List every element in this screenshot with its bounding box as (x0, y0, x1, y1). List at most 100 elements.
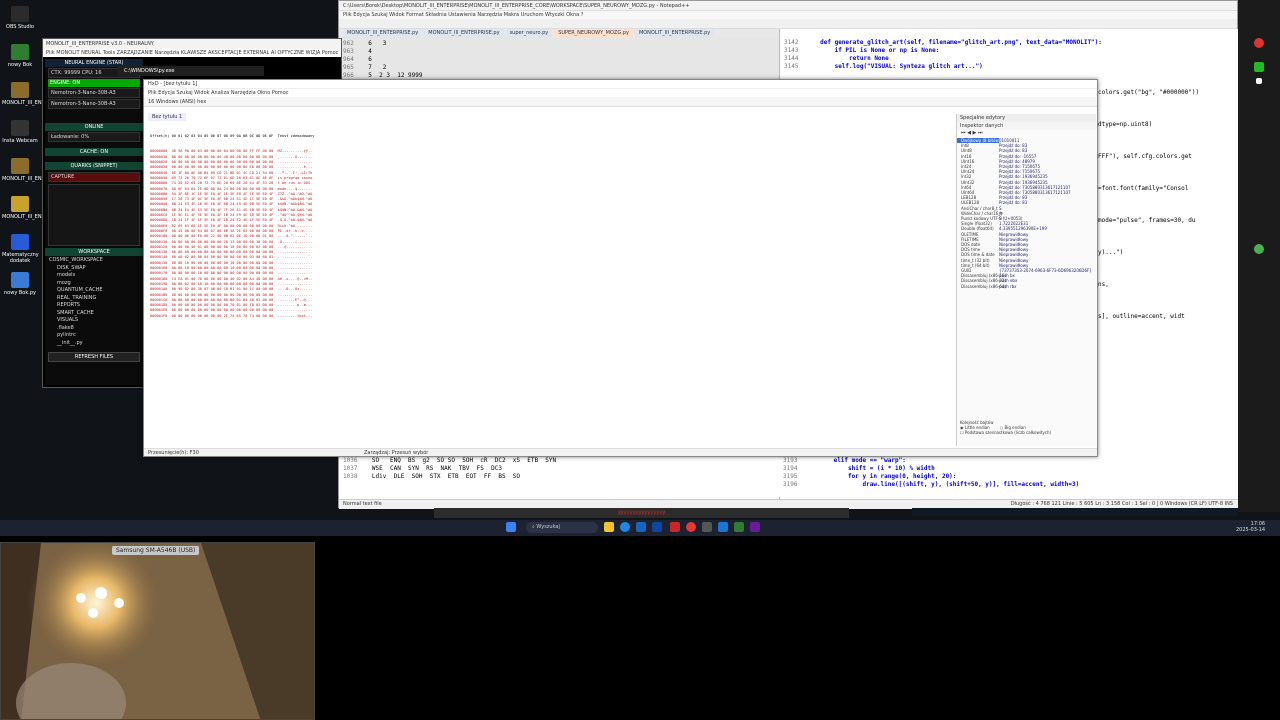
app-icon (11, 120, 29, 136)
hex-tab[interactable]: Bez tytułu 1 (148, 113, 187, 121)
line-number: 1036 (343, 457, 358, 464)
right-code-fragments: colors.get("bg", "#000000")) dtype=np.uin… (1098, 89, 1238, 345)
inspector-nav-icons[interactable]: ⏮ ◀ ▶ ⏭ (957, 130, 1096, 138)
editor-tab[interactable]: MONOLIT_III_ENTERPRISE.py (424, 29, 504, 38)
code-text: 6 3 (361, 40, 387, 47)
explorer-icon[interactable] (604, 522, 614, 532)
desktop-icon[interactable]: Matematyczny dodatek (2, 234, 39, 264)
start-icon[interactable] (506, 522, 516, 532)
taskbar-clock[interactable]: 17:06 2025-03-14 (1236, 521, 1265, 533)
hex-header: Offset(h) 00 01 02 03 04 05 06 07 08 09 … (150, 133, 315, 138)
tree-item[interactable]: mozg (49, 280, 139, 288)
tree-item[interactable]: VISUALS (49, 317, 139, 325)
desktop-strip (912, 508, 1238, 516)
code-text: 5 2 3 12 9999 (361, 72, 423, 79)
workspace-tree[interactable]: COSMIC_WORKSPACE DISK_SWAP models mozg QUANT… (45, 256, 143, 348)
hxd-icon[interactable] (750, 522, 760, 532)
hex-menu[interactable]: Plik Edycja Szukaj Widok Analiza Narzędz… (144, 89, 1097, 97)
desktop-icon-label: Matematyczny dodatek (2, 252, 39, 264)
tree-item[interactable]: REPORTS (49, 302, 139, 310)
tree-item[interactable]: COSMIC_WORKSPACE (49, 257, 139, 265)
line-number: 962 (343, 40, 354, 47)
green-check-icon[interactable] (1254, 62, 1264, 72)
desktop-icon[interactable]: nowy Bok.py (2, 272, 38, 296)
store-icon[interactable] (636, 522, 646, 532)
code-line: 965 7 2 (343, 64, 775, 72)
desktop-icon[interactable]: Insta Webcam (2, 120, 38, 144)
inspector-subtitle: Inspektor danych (957, 122, 1096, 130)
app-icon (11, 6, 29, 22)
line-number: 3195 (783, 473, 798, 480)
whatsapp-icon[interactable] (1254, 244, 1264, 254)
desktop-icon[interactable]: OBS Studio (2, 6, 38, 30)
desktop-icon[interactable]: nowy Bok (2, 44, 38, 68)
terminal-icon[interactable] (702, 522, 712, 532)
code-fragment: FFF"), self.cfg.colors.get (1098, 153, 1192, 160)
quarks-area[interactable] (48, 184, 140, 246)
inspector-row[interactable]: Dissasembluj (x86-64) push rbx (957, 284, 1096, 289)
app-icon[interactable] (670, 522, 680, 532)
tree-item[interactable]: __init__.py (49, 340, 139, 348)
edge-icon[interactable] (620, 522, 630, 532)
tree-item[interactable]: DISK_SWAP (49, 265, 139, 273)
tree-item[interactable]: pylintrc (49, 332, 139, 340)
notepad-bottom-code[interactable]: 1036 SO ENQ BS g2 SO SO SOH cR DC2 xS ET… (339, 457, 1239, 497)
tree-item[interactable]: SMART_CACHE (49, 310, 139, 318)
hex-base-label: Podstawa szesnastkowa (liczb całkowitych… (964, 430, 1052, 435)
bottom-left-code: 1036 SO ENQ BS g2 SO SO SOH cR DC2 xS ET… (339, 457, 779, 481)
obs-icon[interactable] (734, 522, 744, 532)
tree-item[interactable]: QUANTUM_CACHE (49, 287, 139, 295)
close-icon[interactable] (1256, 78, 1262, 84)
editor-tab[interactable]: super_neuro.py (505, 29, 553, 38)
hex-toolbar[interactable]: 16 Windows (ANSI) hex (144, 97, 1097, 107)
notepad-toolbar[interactable] (339, 19, 1237, 29)
loading-progress: Ładowanie: 0% (48, 132, 140, 142)
code-line: 3194 shift = (i * 10) % width (783, 465, 1235, 473)
code-text: return None (805, 55, 889, 62)
code-line: 964 6 (343, 56, 775, 64)
code-text: 4 (361, 48, 372, 55)
code-line: 962 6 3 (343, 40, 775, 48)
code-text: for y in range(0, height, 20): (804, 473, 957, 480)
desktop-icon[interactable]: MONOLIT_III_EN... (2, 158, 46, 182)
quarks-title: QUARKS (SNIPPET) (45, 162, 143, 170)
neural-title: MONOLIT_III_ENTERPRISE v3.0 - NEURALNY (43, 39, 341, 49)
desktop-icon[interactable]: MONOLIT_III_EN... (2, 82, 46, 106)
data-inspector: Specjalne edytory Inspektor danych ⏮ ◀ ▶… (956, 114, 1096, 446)
code-fragment: s], outline=accent, widt (1098, 313, 1185, 320)
refresh-files-button[interactable]: REFRESH FILES (48, 352, 140, 362)
line-number: 3145 (784, 63, 799, 70)
code-text: self.log("VISUAL: Synteza glitch art..."… (805, 63, 983, 70)
line-number: 3143 (784, 47, 799, 54)
neural-menu[interactable]: Plik MONOLIT NEURAL Tools ZARZĄDZANIE Na… (43, 49, 341, 57)
tree-item[interactable]: models (49, 272, 139, 280)
hex-base-checkbox[interactable]: ☐ Podstawa szesnastkowa (liczb całkowity… (960, 430, 1096, 435)
code-text: def generate_glitch_art(self, filename="… (805, 39, 1102, 46)
model-item[interactable]: Nemotron-3-Nano-30B-A3 (48, 99, 140, 109)
line-number: 1037 (343, 465, 358, 472)
code-text: if PIL is None or np is None: (805, 47, 940, 54)
status-position: Długość : 4 768 121 Linie : 5 605 Ln : 3… (1010, 501, 1233, 507)
hex-row[interactable]: 000001F0 00 00 00 00 00 00 00 00 2E 74 6… (150, 314, 390, 319)
editor-tab[interactable]: SUPER_NEUROWY_MOZG.py (554, 29, 633, 38)
notepad-title: C:\Users\Borek\Desktop\MONOLIT_III_ENTER… (339, 1, 1237, 11)
notepad-menu[interactable]: Plik Edycja Szukaj Widok Format Składnia… (339, 11, 1237, 19)
hex-title: HxD - [bez tytułu 1] (144, 80, 1097, 89)
app-icon (11, 158, 29, 174)
avatar-icon[interactable] (1254, 38, 1264, 48)
taskbar-search[interactable]: ⌕ Wyszukaj (526, 522, 598, 533)
cmd-window-tab[interactable]: C:\WINDOWS\py.exe (118, 66, 264, 76)
notepadpp-icon[interactable] (718, 522, 728, 532)
desktop-icon[interactable]: MONOLIT_III_EN... (2, 196, 46, 220)
editor-tab[interactable]: MONOLIT_III_ENTERPRISE.py (634, 29, 715, 38)
chrome-icon[interactable] (686, 522, 696, 532)
tree-item[interactable]: .flake8 (49, 325, 139, 333)
hex-dump[interactable]: Offset(h) 00 01 02 03 04 05 06 07 08 09 … (150, 123, 390, 333)
right-code: 3142 def generate_glitch_art(self, filen… (780, 29, 1239, 81)
code-text: 7 2 (361, 64, 387, 71)
model-item[interactable]: Nemotron-3-Nano-30B-A3 (48, 88, 140, 98)
tree-item[interactable]: REAL_TRAINING (49, 295, 139, 303)
editor-tab[interactable]: MONOLIT_III_ENTERPRISE.py (343, 29, 423, 38)
capture-button[interactable]: CAPTURE (48, 172, 140, 182)
mail-icon[interactable] (652, 522, 662, 532)
